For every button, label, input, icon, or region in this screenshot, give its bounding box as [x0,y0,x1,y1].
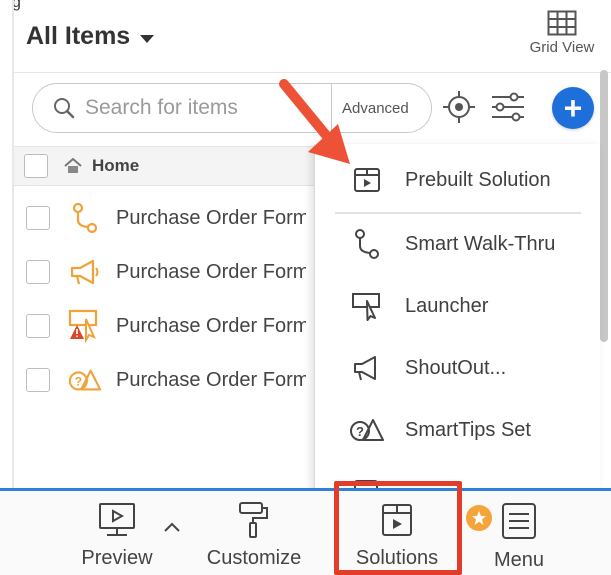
menu-item-smart-walk-thru[interactable]: Smart Walk-Thru [315,216,600,272]
plus-icon: + [563,90,583,126]
grid-view-label: Grid View [529,39,595,56]
add-button[interactable]: + [552,87,594,129]
search-icon [54,98,75,119]
shoutout-icon [70,259,99,285]
list-item[interactable]: ? Purchase Order Form [14,353,314,407]
list-item[interactable]: Purchase Order Form [14,191,314,245]
caret-down-icon [140,34,155,43]
customize-label: Customize [206,547,302,569]
customize-button[interactable]: Customize [199,501,309,570]
scrollbar[interactable] [600,70,608,342]
star-icon [472,511,486,525]
row-label: Purchase Order Form [116,206,306,229]
list-header: Home [14,146,314,186]
monitor-play-icon [99,503,135,536]
menu-item-launcher[interactable]: Launcher [315,278,600,334]
smarttips-icon: ? [68,369,102,391]
svg-text:?: ? [75,375,83,389]
menu-item-label: Launcher [405,294,489,317]
search-bar: Advanced [32,83,432,133]
menu-item-label: SmartTips Set [405,418,531,441]
breadcrumb[interactable]: Home [64,156,139,176]
row-checkbox[interactable] [26,314,50,338]
chevron-up-icon[interactable] [163,521,181,533]
page-title: All Items [26,22,131,50]
home-label: Home [92,156,140,175]
shoutout-icon [354,356,376,381]
target-icon[interactable] [442,90,476,124]
menu-item-label: Prebuilt Solution [405,168,551,191]
menu-item-label: Smart Walk-Thru [405,232,556,255]
preview-button[interactable]: Preview [62,501,172,570]
preview-label: Preview [81,547,153,569]
row-label: Purchase Order Form [116,314,306,337]
row-label: Purchase Order Form [116,260,306,283]
annotation-arrow-icon [279,79,350,164]
grid-view-button[interactable]: Grid View [522,10,602,56]
smart-walk-thru-icon [355,229,379,259]
list-item[interactable]: Purchase Order Form [14,299,314,353]
menu-item-smarttips-set[interactable]: ? SmartTips Set [315,402,600,458]
home-icon [64,158,82,173]
launcher-warning-icon [68,309,98,343]
star-badge-icon [466,505,492,531]
row-label: Purchase Order Form [116,368,306,391]
svg-text:?: ? [356,424,364,439]
add-menu-dropdown: Prebuilt Solution Smart Walk-Thru Launch… [314,144,600,490]
menu-item-shoutout[interactable]: ShoutOut... [315,340,600,396]
smart-walk-thru-icon [72,202,98,234]
menu-item-label: ShoutOut... [405,356,507,379]
row-checkbox[interactable] [26,260,50,284]
launcher-icon [352,293,380,321]
paint-roller-icon [239,502,268,538]
solutions-highlight-box [334,481,462,575]
smarttips-icon: ? [350,419,384,441]
bottom-toolbar: Preview Customize Solutions Menu [0,488,611,575]
list-item[interactable]: Purchase Order Form [14,245,314,299]
filter-sliders-icon[interactable] [490,92,526,122]
menu-icon [502,503,536,539]
row-checkbox[interactable] [26,206,50,230]
grid-icon [547,10,577,36]
menu-divider [335,212,581,214]
select-all-checkbox[interactable] [24,154,48,178]
row-checkbox[interactable] [26,368,50,392]
view-selector[interactable]: All Items [26,22,155,51]
menu-label: Menu [493,549,545,571]
